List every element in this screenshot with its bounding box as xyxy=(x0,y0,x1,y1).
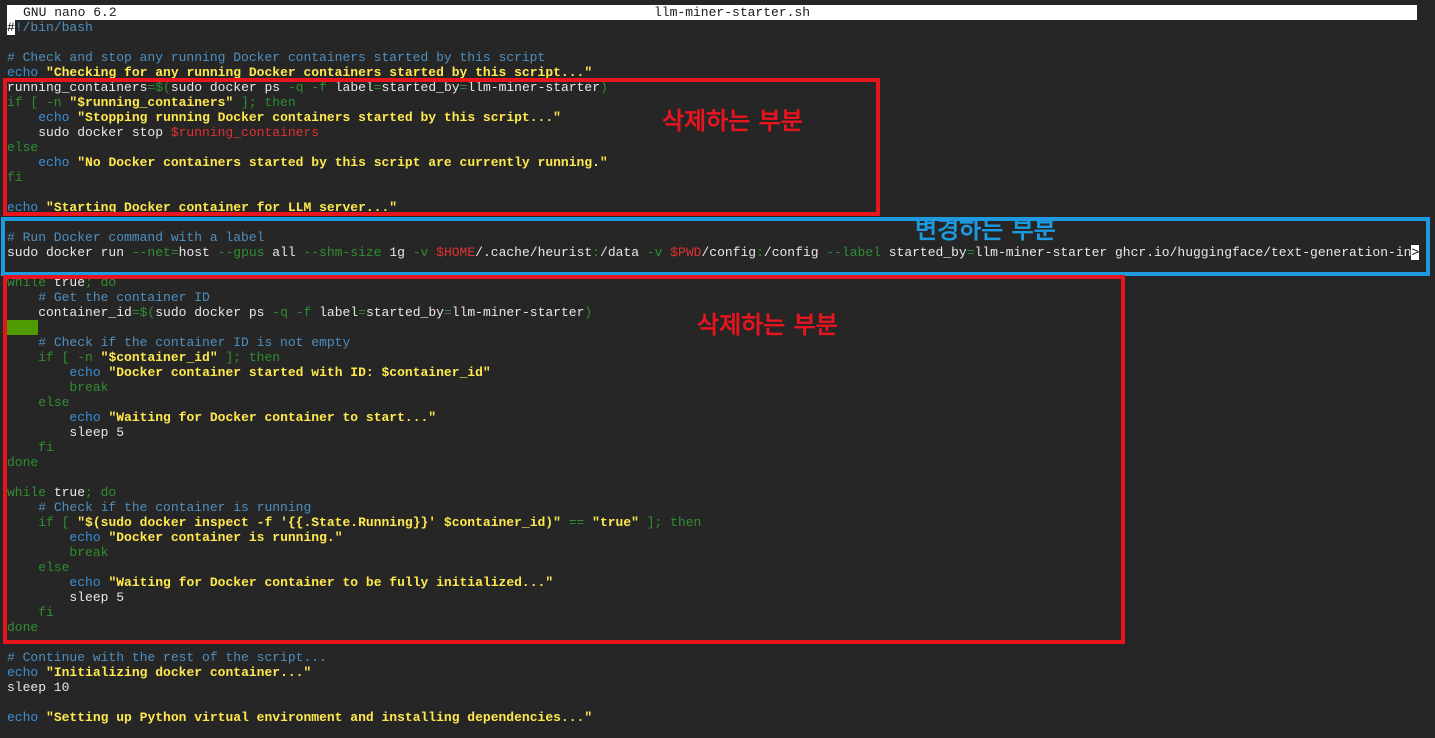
code-token: sleep 10 xyxy=(7,680,70,695)
code-token: # Continue with the rest of the script..… xyxy=(7,650,327,665)
code-line[interactable]: sleep 10 xyxy=(7,680,1419,695)
code-token: !/bin/bash xyxy=(14,20,93,35)
delete-annotation-label-1: 삭제하는 부분 xyxy=(662,107,803,135)
code-token: "Initializing docker container..." xyxy=(46,665,312,680)
nano-title-bar: GNU nano 6.2 llm-miner-starter.sh xyxy=(7,5,1417,20)
code-line[interactable] xyxy=(7,695,1419,710)
change-region-box xyxy=(1,217,1430,276)
code-token: echo xyxy=(7,665,39,680)
delete-region-box-1 xyxy=(3,78,880,216)
text-cursor: # xyxy=(7,20,15,35)
code-token: "Setting up Python virtual environment a… xyxy=(46,710,593,725)
file-name: llm-miner-starter.sh xyxy=(654,5,811,20)
code-token: # Check and stop any running Docker cont… xyxy=(7,50,546,65)
delete-annotation-label-2: 삭제하는 부분 xyxy=(697,311,838,339)
code-line[interactable]: echo "Initializing docker container..." xyxy=(7,665,1419,680)
nano-terminal-window: GNU nano 6.2 llm-miner-starter.sh #!/bin… xyxy=(0,0,1435,738)
code-line[interactable]: #!/bin/bash xyxy=(7,20,1419,35)
code-line[interactable] xyxy=(7,35,1419,50)
delete-region-box-2 xyxy=(3,275,1125,644)
editor-name: GNU nano 6.2 xyxy=(23,5,117,20)
change-annotation-label: 변경하는 부분 xyxy=(915,216,1056,244)
code-token: echo xyxy=(7,710,39,725)
code-line[interactable]: echo "Setting up Python virtual environm… xyxy=(7,710,1419,725)
code-line[interactable]: # Check and stop any running Docker cont… xyxy=(7,50,1419,65)
code-line[interactable]: # Continue with the rest of the script..… xyxy=(7,650,1419,665)
